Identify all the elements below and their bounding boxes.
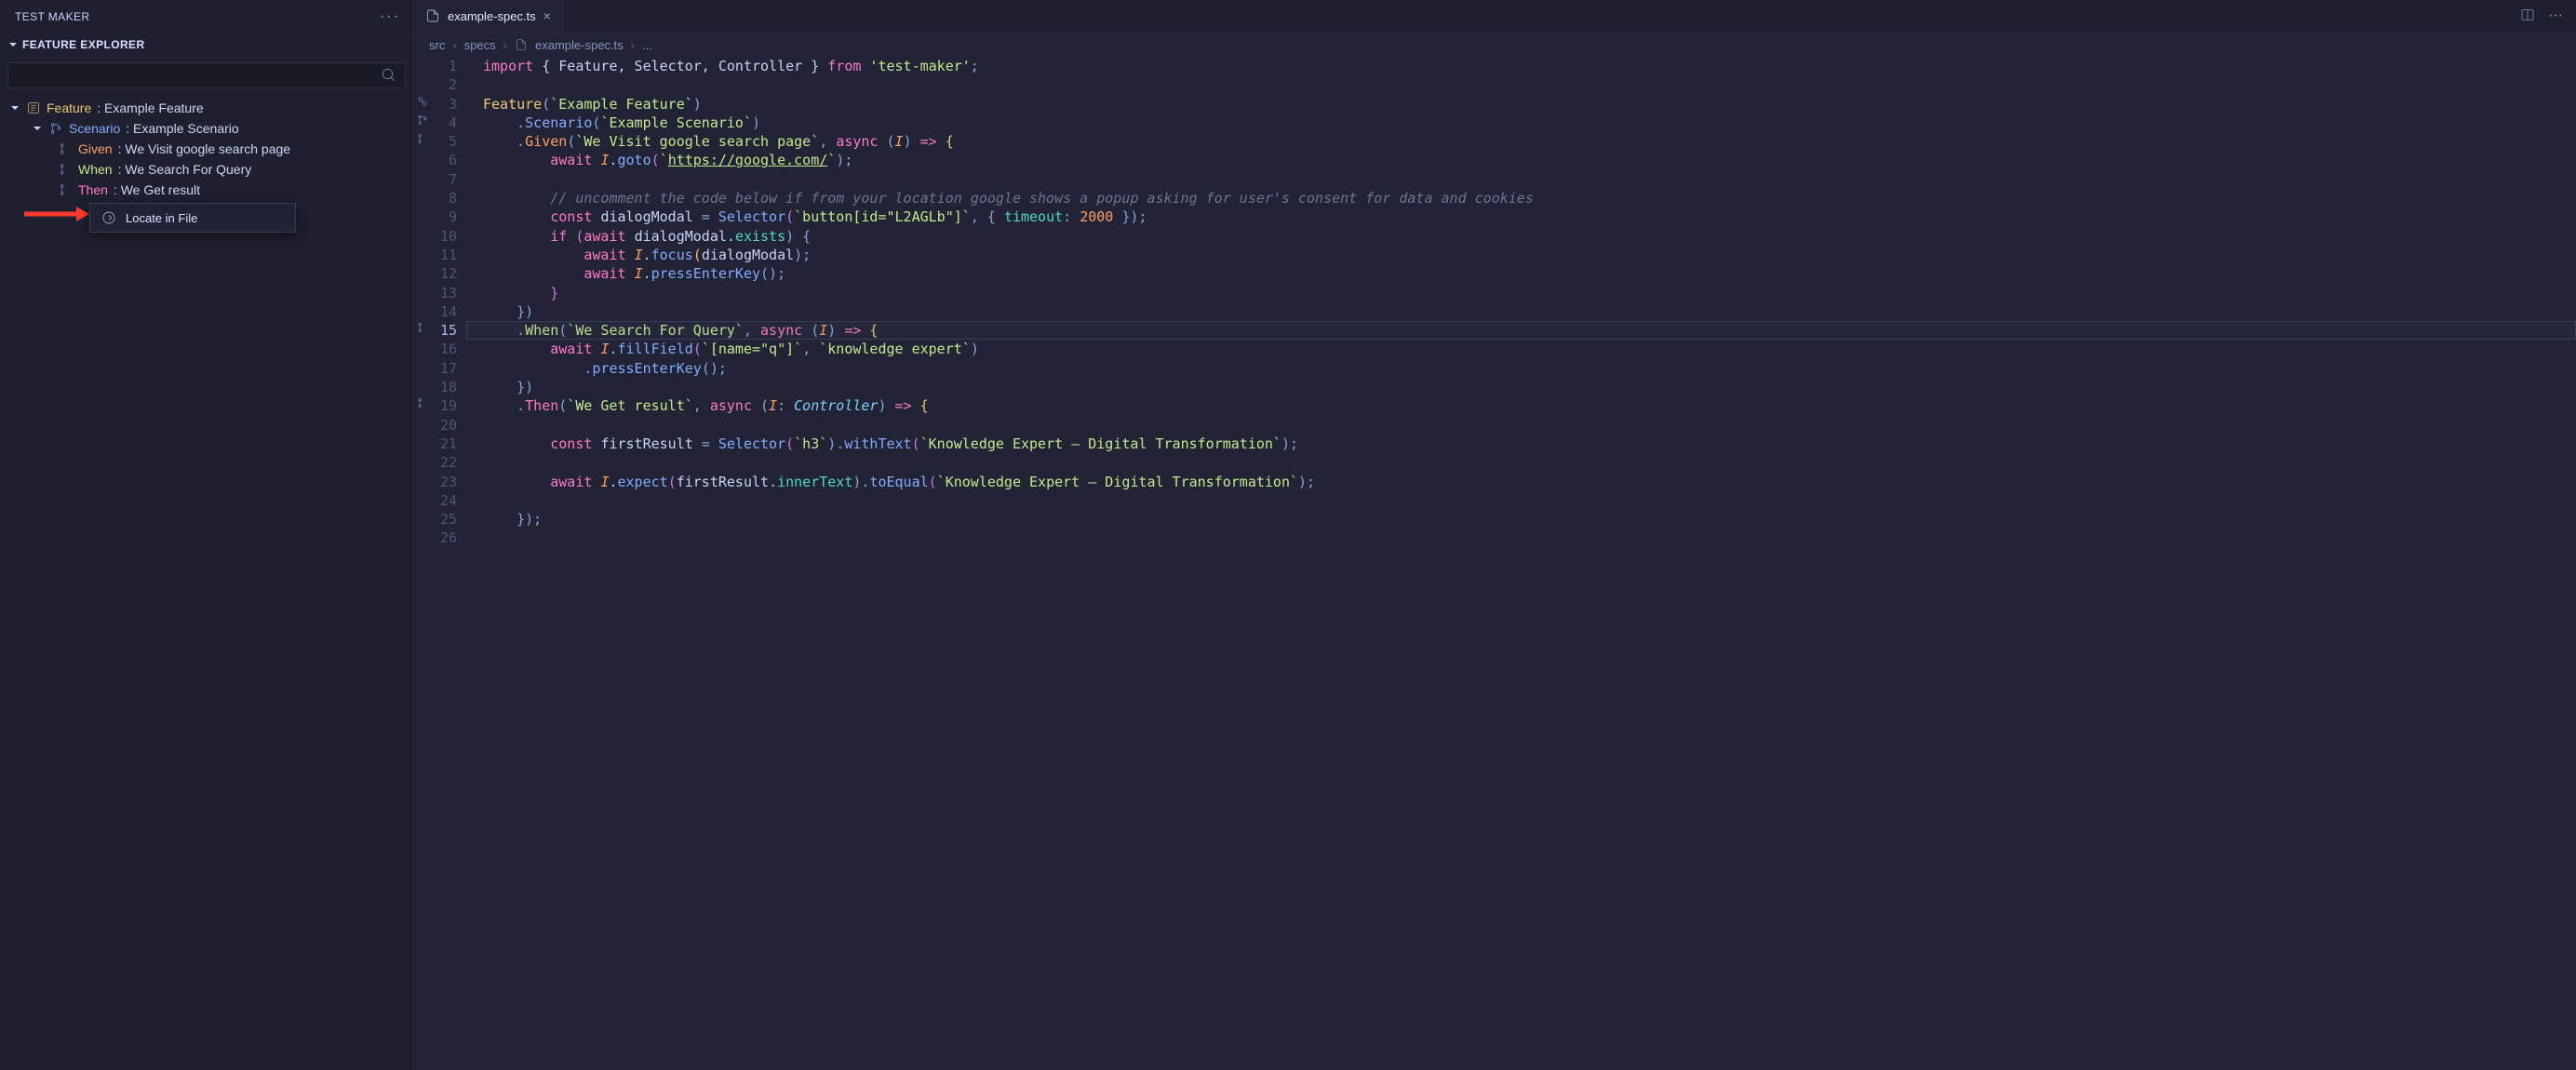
code-body[interactable]: import { Feature, Selector, Controller }… (466, 57, 2576, 1070)
sidebar-title: TEST MAKER (15, 10, 89, 23)
tab-filename: example-spec.ts (448, 9, 536, 23)
step-icon (58, 141, 73, 156)
given-kw: Given (78, 141, 113, 156)
code-area[interactable]: 1234567891011121314151617181920212223242… (414, 57, 2576, 1070)
locate-icon (101, 210, 116, 225)
annotation-arrow (22, 205, 89, 223)
context-menu: Locate in File (89, 203, 296, 233)
search-input[interactable] (16, 69, 381, 83)
section-label: FEATURE EXPLORER (22, 38, 145, 51)
lens-icon[interactable] (416, 95, 429, 108)
editor-more-icon[interactable]: ··· (2548, 7, 2563, 24)
tree-feature[interactable]: Feature : Example Feature (6, 98, 408, 118)
feature-kw: Feature (47, 100, 91, 115)
chevron-down-icon[interactable] (9, 102, 20, 114)
context-locate-in-file[interactable]: Locate in File (90, 206, 295, 230)
scenario-name: : Example Scenario (126, 121, 238, 136)
when-name: : We Search For Query (118, 162, 252, 177)
sidebar-header: TEST MAKER ··· (0, 0, 413, 33)
then-kw: Then (78, 182, 108, 197)
close-icon[interactable]: × (543, 8, 551, 23)
branch-icon[interactable] (416, 396, 429, 409)
branch-icon[interactable] (416, 114, 429, 127)
sidebar-more-icon[interactable]: ··· (380, 8, 400, 25)
breadcrumb-file[interactable]: example-spec.ts (535, 38, 624, 52)
gutter-decorations (414, 57, 431, 1070)
search-box[interactable] (7, 62, 406, 88)
breadcrumb-sep: › (452, 38, 456, 52)
tab-bar: example-spec.ts × ··· (414, 0, 2576, 33)
breadcrumbs[interactable]: src › specs › example-spec.ts › ... (414, 33, 2576, 57)
feature-explorer-section[interactable]: FEATURE EXPLORER (0, 33, 413, 57)
tree: Feature : Example Feature Scenario : Exa… (0, 98, 413, 200)
breadcrumb-symbol[interactable]: ... (642, 38, 652, 52)
tree-when[interactable]: When : We Search For Query (6, 159, 408, 180)
tabbar-actions: ··· (2520, 7, 2576, 24)
tab-example-spec[interactable]: example-spec.ts × (414, 0, 563, 32)
step-icon (58, 182, 73, 197)
chevron-down-icon[interactable] (32, 123, 43, 134)
tree-then[interactable]: Then : We Get result (6, 180, 408, 200)
feature-icon (26, 100, 41, 115)
editor: example-spec.ts × ··· src › specs › exam… (414, 0, 2576, 1070)
breadcrumb-src[interactable]: src (429, 38, 445, 52)
context-locate-label: Locate in File (126, 211, 197, 225)
file-icon (425, 8, 440, 23)
given-name: : We Visit google search page (118, 141, 291, 156)
scenario-kw: Scenario (69, 121, 120, 136)
breadcrumb-sep: › (631, 38, 635, 52)
when-kw: When (78, 162, 113, 177)
breadcrumb-specs[interactable]: specs (464, 38, 496, 52)
feature-name: : Example Feature (97, 100, 203, 115)
sidebar: TEST MAKER ··· FEATURE EXPLORER Feature … (0, 0, 414, 1070)
search-icon[interactable] (381, 67, 397, 84)
branch-icon[interactable] (416, 132, 429, 145)
split-editor-icon[interactable] (2520, 7, 2535, 22)
branch-icon[interactable] (416, 321, 429, 334)
tree-scenario[interactable]: Scenario : Example Scenario (6, 118, 408, 139)
scenario-icon (48, 121, 63, 136)
tree-given[interactable]: Given : We Visit google search page (6, 139, 408, 159)
breadcrumb-sep: › (503, 38, 507, 52)
step-icon (58, 162, 73, 177)
line-numbers: 1234567891011121314151617181920212223242… (431, 57, 466, 1070)
file-icon (515, 38, 528, 51)
then-name: : We Get result (114, 182, 200, 197)
